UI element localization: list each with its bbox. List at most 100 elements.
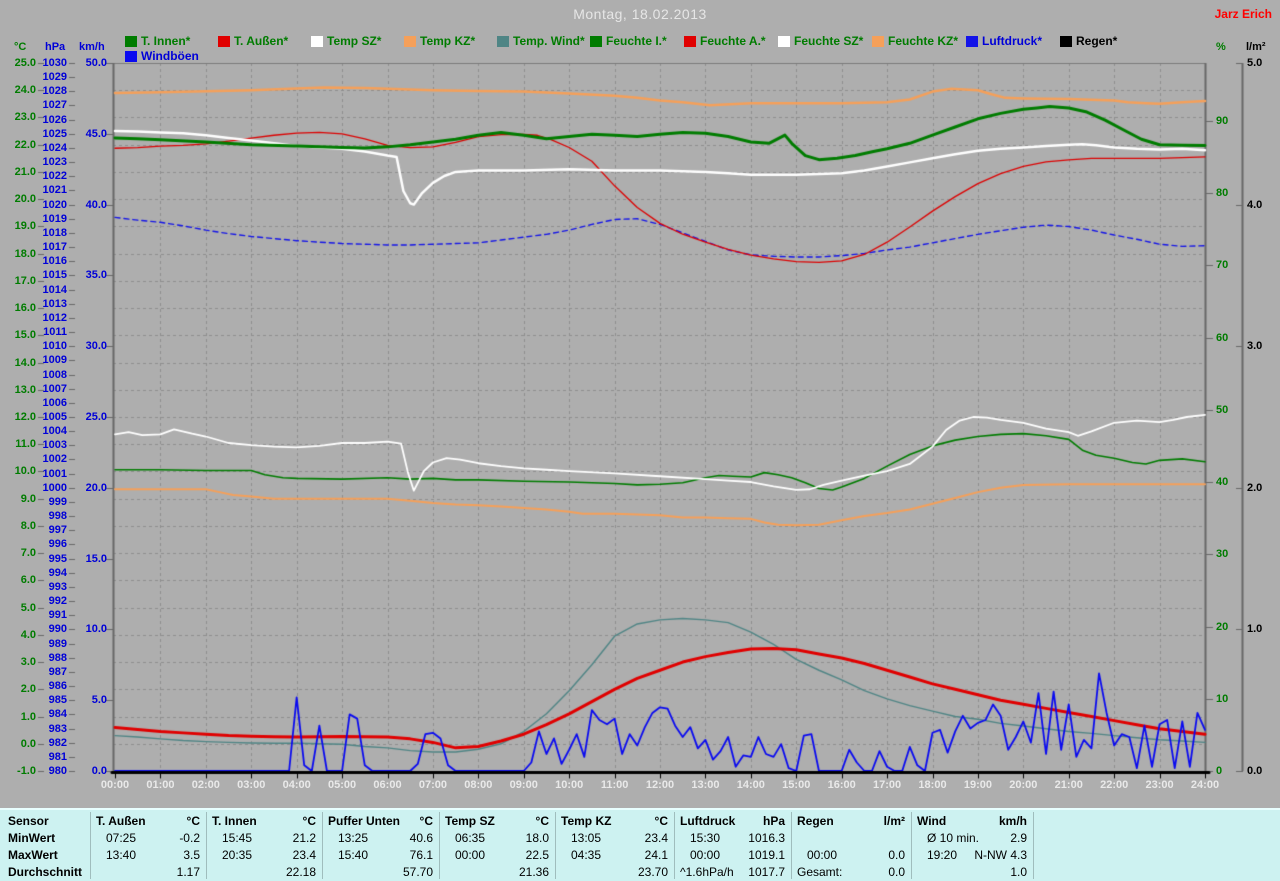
hpa-tick-label: 1022 xyxy=(37,171,67,182)
kmh-tick-label: 40.0 xyxy=(76,200,107,211)
legend-swatch-icon xyxy=(684,36,696,47)
hpa-tick-label: 1011 xyxy=(37,327,67,338)
table-column-separator xyxy=(322,812,323,879)
sensor-unit: l/m² xyxy=(793,814,905,828)
lm2-tick-label: 5.0 xyxy=(1247,58,1275,69)
hpa-tick-label: 1013 xyxy=(37,299,67,310)
page-title: Montag, 18.02.2013 xyxy=(0,6,1280,22)
sensor-unit: °C xyxy=(557,814,668,828)
hpa-tick-label: 1019 xyxy=(37,214,67,225)
percent-tick-label: 10 xyxy=(1216,694,1242,705)
legend-swatch-icon xyxy=(966,36,978,47)
celsius-tick-label: 12.0 xyxy=(4,412,36,423)
percent-tick-label: 60 xyxy=(1216,333,1242,344)
celsius-tick-label: 23.0 xyxy=(4,112,36,123)
max-value: 0.0 xyxy=(793,848,905,862)
weather-app-window: { "header": { "title": "Montag, 18.02.20… xyxy=(0,0,1280,881)
celsius-tick-label: 0.0 xyxy=(4,739,36,750)
avg-value: 1017.7 xyxy=(676,865,785,879)
celsius-tick-label: 14.0 xyxy=(4,358,36,369)
percent-tick-label: 70 xyxy=(1216,260,1242,271)
table-column-separator xyxy=(1033,812,1034,879)
max-value: 22.5 xyxy=(441,848,549,862)
hpa-tick-label: 1005 xyxy=(37,412,67,423)
kmh-tick-label: 0.0 xyxy=(76,766,107,777)
hpa-tick-label: 983 xyxy=(37,724,67,735)
x-tick-label: 01:00 xyxy=(138,780,182,791)
percent-tick-label: 0 xyxy=(1216,766,1242,777)
hpa-tick-label: 1000 xyxy=(37,483,67,494)
hpa-tick-label: 980 xyxy=(37,766,67,777)
kmh-tick-label: 10.0 xyxy=(76,624,107,635)
lm2-tick-label: 1.0 xyxy=(1247,624,1275,635)
kmh-tick-label: 45.0 xyxy=(76,129,107,140)
hpa-tick-label: 999 xyxy=(37,497,67,508)
celsius-tick-label: 24.0 xyxy=(4,85,36,96)
lm2-tick-label: 4.0 xyxy=(1247,200,1275,211)
hpa-tick-label: 985 xyxy=(37,695,67,706)
celsius-tick-label: 5.0 xyxy=(4,603,36,614)
x-tick-label: 21:00 xyxy=(1047,780,1091,791)
celsius-tick-label: 7.0 xyxy=(4,548,36,559)
x-tick-label: 16:00 xyxy=(820,780,864,791)
percent-tick-label: 40 xyxy=(1216,477,1242,488)
table-column-separator xyxy=(674,812,675,879)
legend-item-label: Feuchte SZ* xyxy=(794,35,863,48)
legend-swatch-icon xyxy=(311,36,323,47)
x-tick-label: 22:00 xyxy=(1092,780,1136,791)
hpa-tick-label: 995 xyxy=(37,554,67,565)
hpa-tick-label: 1021 xyxy=(37,185,67,196)
celsius-tick-label: 4.0 xyxy=(4,630,36,641)
celsius-tick-label: 10.0 xyxy=(4,466,36,477)
percent-tick-label: 90 xyxy=(1216,116,1242,127)
hpa-tick-label: 1030 xyxy=(37,58,67,69)
avg-value: 0.0 xyxy=(793,865,905,879)
x-tick-label: 12:00 xyxy=(638,780,682,791)
hpa-tick-label: 1024 xyxy=(37,143,67,154)
kmh-tick-label: 5.0 xyxy=(76,695,107,706)
kmh-axis-unit: km/h xyxy=(79,41,105,53)
sensor-unit: °C xyxy=(208,814,316,828)
weather-chart-canvas xyxy=(0,0,1280,881)
hpa-tick-label: 1010 xyxy=(37,341,67,352)
hpa-tick-label: 993 xyxy=(37,582,67,593)
sensor-unit: km/h xyxy=(913,814,1027,828)
hpa-tick-label: 1016 xyxy=(37,256,67,267)
kmh-tick-label: 20.0 xyxy=(76,483,107,494)
legend-swatch-icon xyxy=(218,36,230,47)
min-value: 23.4 xyxy=(557,831,668,845)
avg-value: 1.17 xyxy=(92,865,200,879)
legend-swatch-icon xyxy=(125,51,137,62)
lm2-tick-label: 2.0 xyxy=(1247,483,1275,494)
legend-item-label: Feuchte KZ* xyxy=(888,35,958,48)
legend-item-label: Luftdruck* xyxy=(982,35,1042,48)
celsius-tick-label: 11.0 xyxy=(4,439,36,450)
hpa-tick-label: 1007 xyxy=(37,384,67,395)
min-value: 2.9 xyxy=(913,831,1027,845)
hpa-tick-label: 1028 xyxy=(37,86,67,97)
legend-swatch-icon xyxy=(497,36,509,47)
percent-axis-unit: % xyxy=(1216,41,1226,53)
legend-swatch-icon xyxy=(125,36,137,47)
celsius-tick-label: 22.0 xyxy=(4,140,36,151)
hpa-tick-label: 1001 xyxy=(37,469,67,480)
celsius-tick-label: 21.0 xyxy=(4,167,36,178)
hpa-tick-label: 988 xyxy=(37,653,67,664)
table-column-separator xyxy=(206,812,207,879)
celsius-axis-unit: °C xyxy=(14,41,26,53)
celsius-tick-label: 3.0 xyxy=(4,657,36,668)
table-row-label: MaxWert xyxy=(8,848,58,862)
legend-swatch-icon xyxy=(404,36,416,47)
hpa-tick-label: 1004 xyxy=(37,426,67,437)
percent-tick-label: 50 xyxy=(1216,405,1242,416)
x-tick-label: 03:00 xyxy=(229,780,273,791)
legend-item-label: Regen* xyxy=(1076,35,1117,48)
table-row-label: Durchschnitt xyxy=(8,865,82,879)
celsius-tick-label: 17.0 xyxy=(4,276,36,287)
celsius-tick-label: 1.0 xyxy=(4,712,36,723)
kmh-tick-label: 15.0 xyxy=(76,554,107,565)
legend-item-label: T. Außen* xyxy=(234,35,288,48)
avg-value: 57.70 xyxy=(324,865,433,879)
table-column-separator xyxy=(911,812,912,879)
table-column-separator xyxy=(439,812,440,879)
